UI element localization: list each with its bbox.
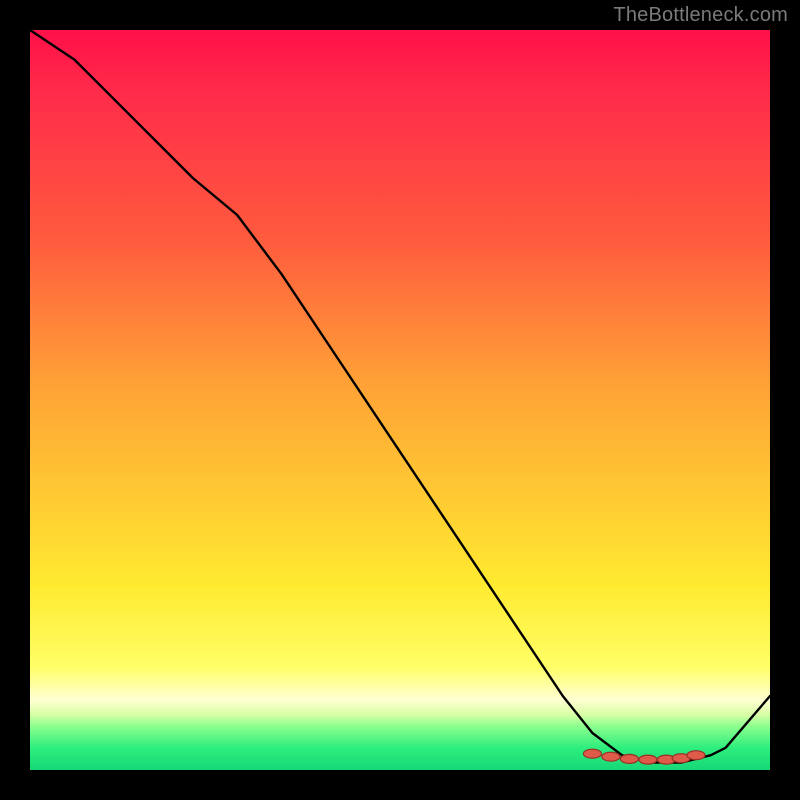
bottleneck-curve xyxy=(30,30,770,763)
chart-frame: TheBottleneck.com xyxy=(0,0,800,800)
curve-layer xyxy=(30,30,770,770)
marker-dot xyxy=(687,751,705,760)
marker-dot xyxy=(602,752,620,761)
marker-dot xyxy=(583,749,601,758)
watermark-label: TheBottleneck.com xyxy=(613,4,788,27)
marker-dot xyxy=(639,755,657,764)
marker-group xyxy=(583,749,705,764)
marker-dot xyxy=(620,754,638,763)
plot-area xyxy=(30,30,770,770)
